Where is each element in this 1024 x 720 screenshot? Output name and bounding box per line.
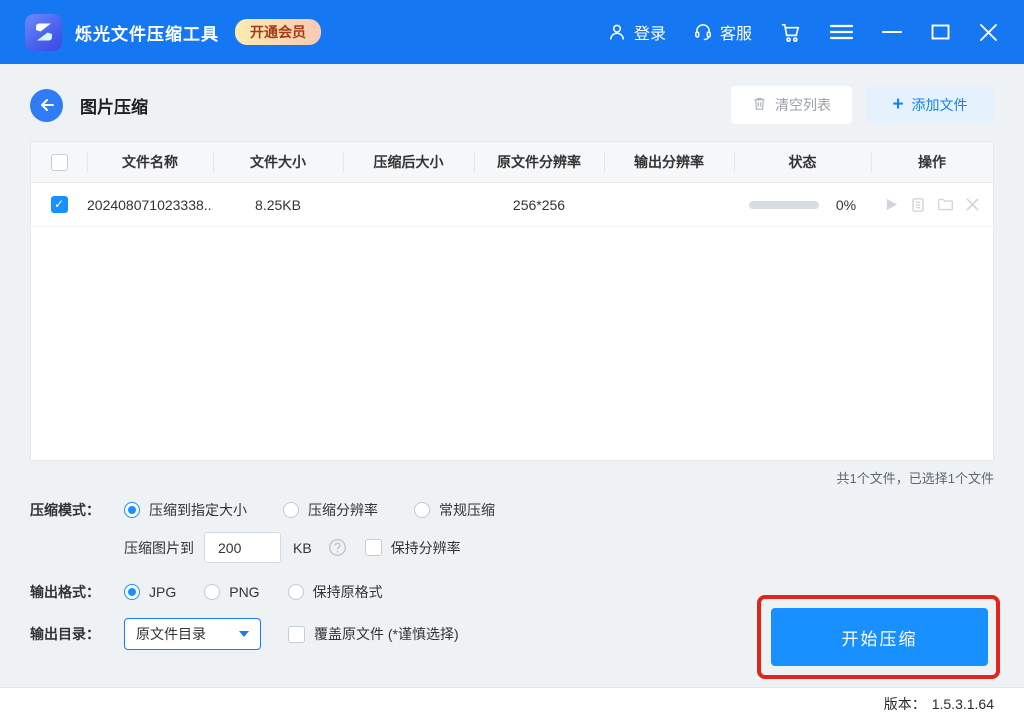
radio-icon: [414, 502, 430, 518]
clear-list-button[interactable]: 清空列表: [731, 86, 852, 124]
page-title: 图片压缩: [80, 93, 148, 118]
cart-button[interactable]: [779, 21, 802, 44]
radio-mode-normal[interactable]: 常规压缩: [414, 500, 495, 520]
output-format-label: 输出格式：: [30, 582, 124, 602]
plus-icon: +: [892, 95, 903, 114]
output-directory-label: 输出目录：: [30, 624, 124, 644]
back-button[interactable]: [30, 89, 63, 122]
vip-badge-button[interactable]: 开通会员: [235, 19, 321, 45]
radio-icon: [288, 584, 304, 600]
version-value: 1.5.3.1.64: [932, 696, 994, 712]
row-checkbox[interactable]: [51, 196, 68, 213]
help-icon[interactable]: [328, 538, 347, 557]
app-logo-icon: [25, 14, 62, 51]
radio-label: 保持原格式: [313, 582, 383, 602]
compress-to-label: 压缩图片到: [124, 538, 194, 558]
output-directory-select[interactable]: 原文件目录: [124, 618, 261, 650]
login-label: 登录: [634, 20, 666, 44]
keep-resolution-label: 保持分辨率: [391, 538, 461, 558]
file-table: 文件名称 文件大小 压缩后大小 原文件分辨率 输出分辨率 状态 操作 20240…: [30, 141, 994, 461]
keep-resolution-checkbox[interactable]: [365, 539, 382, 556]
col-header-operations: 操作: [871, 152, 993, 172]
add-files-button[interactable]: + 添加文件: [866, 86, 994, 124]
cell-original-resolution: 256*256: [474, 197, 604, 213]
compression-mode-row: 压缩模式： 压缩到指定大小 压缩分辨率 常规压缩: [30, 500, 1024, 520]
select-all-checkbox[interactable]: [51, 154, 68, 171]
service-label: 客服: [720, 20, 752, 44]
menu-button[interactable]: [829, 22, 854, 42]
radio-label: 压缩到指定大小: [149, 500, 247, 520]
chevron-down-icon: [239, 631, 249, 637]
col-header-output-resolution: 输出分辨率: [604, 152, 734, 172]
radio-label: 常规压缩: [439, 500, 495, 520]
cell-status: 0%: [734, 197, 871, 213]
file-count-summary: 共1个文件，已选择1个文件: [30, 468, 994, 487]
col-header-original-resolution: 原文件分辨率: [474, 152, 604, 172]
radio-mode-target-size[interactable]: 压缩到指定大小: [124, 500, 247, 520]
cell-operations: [871, 196, 993, 213]
table-row: 202408071023338... 8.25KB 256*256 0%: [31, 183, 993, 227]
app-window: 烁光文件压缩工具 开通会员 登录: [0, 0, 1024, 720]
file-info-icon[interactable]: [910, 197, 926, 213]
clear-list-label: 清空列表: [775, 95, 831, 115]
start-row-icon[interactable]: [884, 197, 899, 212]
maximize-button[interactable]: [930, 22, 951, 42]
radio-icon: [124, 584, 140, 600]
headset-icon: [693, 22, 713, 42]
arrow-left-icon: [38, 96, 56, 114]
progress-bar: [749, 201, 819, 209]
col-header-status: 状态: [734, 152, 871, 172]
output-directory-value: 原文件目录: [136, 624, 239, 644]
target-size-input[interactable]: [204, 532, 281, 563]
size-unit-label: KB: [293, 540, 312, 556]
radio-format-jpg[interactable]: JPG: [124, 584, 176, 600]
col-header-filesize: 文件大小: [213, 152, 343, 172]
login-button[interactable]: 登录: [607, 20, 666, 44]
radio-format-keep[interactable]: 保持原格式: [288, 582, 383, 602]
add-files-label: 添加文件: [912, 95, 968, 115]
highlight-annotation: 开始压缩: [757, 595, 1000, 679]
footer: 版本： 1.5.3.1.64: [0, 687, 1024, 720]
table-header: 文件名称 文件大小 压缩后大小 原文件分辨率 输出分辨率 状态 操作: [31, 142, 993, 183]
cell-filesize: 8.25KB: [213, 197, 343, 213]
col-header-filename: 文件名称: [87, 152, 213, 172]
customer-service-button[interactable]: 客服: [693, 20, 752, 44]
radio-label: JPG: [149, 584, 176, 600]
open-folder-icon[interactable]: [937, 196, 954, 213]
radio-format-png[interactable]: PNG: [204, 584, 259, 600]
remove-row-icon[interactable]: [965, 197, 980, 212]
radio-label: PNG: [229, 584, 259, 600]
radio-label: 压缩分辨率: [308, 500, 378, 520]
version-label: 版本：: [884, 694, 926, 714]
radio-icon: [283, 502, 299, 518]
user-icon: [607, 22, 627, 42]
compression-mode-label: 压缩模式：: [30, 500, 124, 520]
target-size-row: 压缩图片到 KB 保持分辨率: [30, 532, 1024, 563]
cell-filename: 202408071023338...: [87, 197, 213, 213]
radio-icon: [204, 584, 220, 600]
start-compression-button[interactable]: 开始压缩: [771, 608, 988, 666]
trash-icon: [752, 96, 767, 114]
app-title: 烁光文件压缩工具: [75, 20, 219, 45]
titlebar: 烁光文件压缩工具 开通会员 登录: [0, 0, 1024, 64]
progress-percent: 0%: [836, 197, 856, 213]
col-header-compressed: 压缩后大小: [343, 152, 474, 172]
overwrite-label: 覆盖原文件 (*谨慎选择): [314, 624, 459, 644]
radio-mode-resolution[interactable]: 压缩分辨率: [283, 500, 378, 520]
close-button[interactable]: [978, 22, 999, 43]
overwrite-checkbox[interactable]: [288, 626, 305, 643]
page-header: 图片压缩 清空列表 + 添加文件: [0, 64, 1024, 141]
minimize-button[interactable]: [881, 22, 903, 42]
radio-icon: [124, 502, 140, 518]
